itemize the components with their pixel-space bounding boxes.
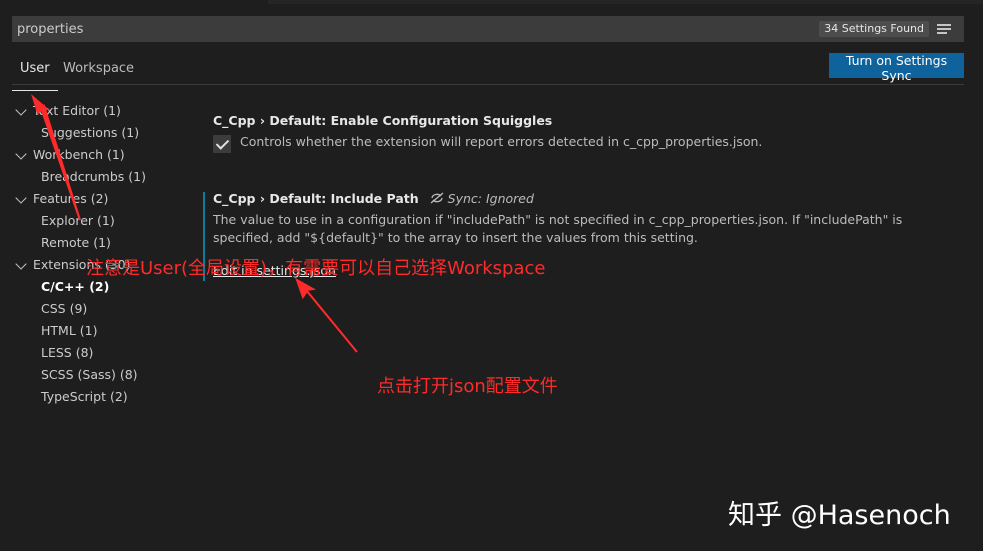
watermark: 知乎 @Hasenoch xyxy=(728,500,951,531)
arrow-to-edit-link xyxy=(295,277,358,353)
annotation-note-user-scope: 注意是User(全局设置)，有需要可以自己选择Workspace xyxy=(86,258,546,279)
annotation-note-open-json: 点击打开json配置文件 xyxy=(377,376,558,397)
arrow-to-user-tab xyxy=(31,93,81,221)
